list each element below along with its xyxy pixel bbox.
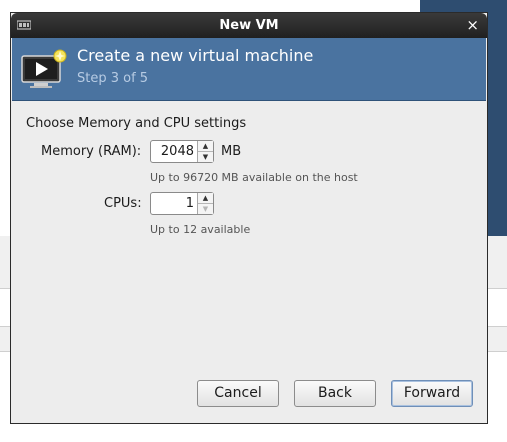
cpus-hint: Up to 12 available [150,223,251,236]
cancel-button[interactable]: Cancel [197,380,279,407]
title-bar[interactable]: New VM × [11,13,487,38]
section-title: Choose Memory and CPU settings [26,116,247,131]
forward-button[interactable]: Forward [391,380,473,407]
memory-label: Memory (RAM): [41,144,142,159]
memory-decrement-icon[interactable]: ▼ [198,152,213,162]
window-title: New VM [219,18,279,33]
memory-hint: Up to 96720 MB available on the host [150,171,358,184]
cpus-increment-icon[interactable]: ▲ [198,193,213,204]
memory-stepper: ▲ ▼ [197,141,213,162]
monitor-play-icon [21,49,67,88]
cpus-spinbox[interactable]: 1 ▲ ▼ [150,192,214,215]
close-icon[interactable]: × [466,16,479,34]
memory-increment-icon[interactable]: ▲ [198,141,213,152]
back-button[interactable]: Back [294,380,376,407]
cpus-value[interactable]: 1 [186,196,194,211]
cpus-stepper: ▲ ▼ [197,193,213,214]
memory-spinbox[interactable]: 2048 ▲ ▼ [150,140,214,163]
wizard-title: Create a new virtual machine [77,46,314,65]
memory-unit: MB [221,144,242,159]
wizard-step: Step 3 of 5 [77,71,149,86]
memory-value[interactable]: 2048 [161,144,194,159]
cpus-decrement-icon[interactable]: ▼ [198,204,213,214]
wizard-header: Create a new virtual machine Step 3 of 5 [12,38,486,101]
cpus-label: CPUs: [104,196,142,211]
new-vm-dialog: New VM × Create a new virtual machine St… [10,12,488,424]
